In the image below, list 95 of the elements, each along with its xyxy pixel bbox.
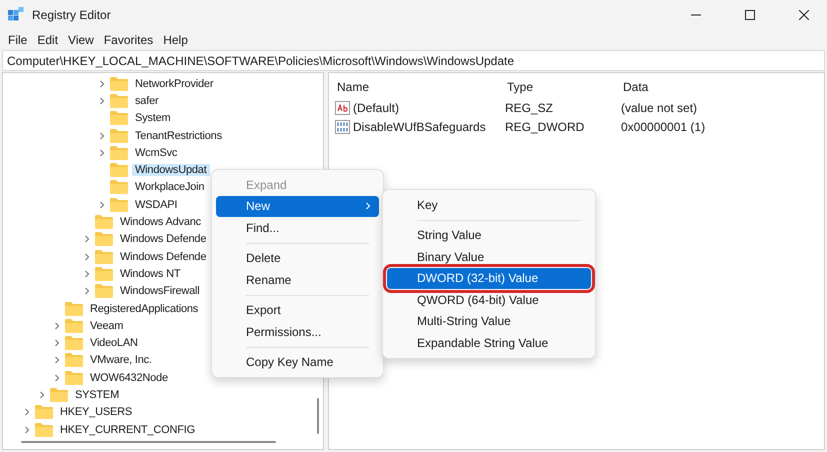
expand-chevron-icon[interactable]	[83, 270, 91, 278]
menu-bar-item[interactable]: Help	[159, 33, 192, 47]
menu-item[interactable]: Delete	[216, 248, 379, 269]
tree-item[interactable]: Windows NT	[117, 268, 184, 280]
folder-icon	[95, 232, 113, 246]
menu-item[interactable]: Copy Key Name	[216, 352, 379, 373]
submenu-item[interactable]: Key	[387, 194, 591, 216]
value-type: REG_SZ	[505, 100, 554, 116]
column-header[interactable]: Type	[505, 77, 621, 97]
binary-value-icon	[335, 120, 350, 134]
submenu-item[interactable]: String Value	[387, 224, 591, 246]
menu-item[interactable]: Rename	[216, 269, 379, 290]
submenu-item[interactable]: Binary Value	[387, 246, 591, 268]
expand-chevron-icon[interactable]	[83, 252, 91, 261]
folder-icon	[95, 215, 113, 230]
scrollbar-thumb[interactable]	[317, 398, 319, 434]
tree-item[interactable]: NetworkProvider	[132, 78, 216, 90]
submenu-item[interactable]: DWORD (32-bit) Value	[387, 268, 591, 289]
menu-item[interactable]: Find...	[216, 217, 379, 238]
menu-bar-item[interactable]: File	[4, 33, 32, 47]
folder-icon	[35, 405, 53, 420]
column-header[interactable]: Name	[335, 77, 505, 97]
menu-bar-item[interactable]: Favorites	[100, 33, 158, 47]
submenu-item[interactable]: Expandable String Value	[387, 332, 591, 354]
expand-chevron-icon[interactable]	[53, 339, 61, 348]
tree-item[interactable]: WorkplaceJoin	[132, 181, 208, 194]
submenu-item[interactable]: Multi-String Value	[387, 310, 591, 332]
tree-item[interactable]: WSDAPI	[132, 198, 180, 211]
tree-item[interactable]: VideoLAN	[87, 337, 141, 350]
value-type: REG_DWORD	[505, 118, 586, 135]
folder-icon	[65, 370, 83, 385]
tree-item[interactable]: Windows Defende	[117, 250, 210, 263]
expand-chevron-icon[interactable]	[98, 80, 106, 88]
folder-icon	[95, 266, 113, 281]
tree-item[interactable]: Windows Advanc	[117, 216, 204, 228]
tree-item[interactable]: HKEY_CURRENT_CONFIG	[57, 424, 198, 436]
expand-chevron-icon[interactable]	[23, 408, 31, 416]
tree-item[interactable]: WOW6432Node	[87, 372, 171, 384]
maximize-icon	[745, 10, 755, 20]
folder-icon	[110, 128, 128, 143]
folder-icon	[110, 163, 128, 178]
value-name: (Default)	[353, 100, 400, 114]
folder-icon	[65, 318, 83, 333]
expand-chevron-icon[interactable]	[83, 235, 91, 244]
folder-icon	[110, 146, 128, 160]
value-data: (value not set)	[621, 100, 698, 116]
folder-icon	[65, 302, 83, 316]
tree-item[interactable]: RegisteredApplications	[87, 302, 202, 314]
folder-icon	[35, 422, 53, 437]
expand-chevron-icon[interactable]	[53, 322, 61, 330]
tree-item[interactable]: Veeam	[87, 320, 126, 332]
value-data: 0x00000001 (1)	[621, 118, 706, 135]
menu-item[interactable]: Permissions...	[216, 321, 379, 342]
column-header[interactable]: Data	[621, 77, 818, 97]
tree-item[interactable]: Windows Defende	[117, 233, 210, 246]
menu-bar-item[interactable]: Edit	[33, 33, 62, 47]
menu-item[interactable]: Export	[216, 300, 379, 321]
expand-chevron-icon[interactable]	[98, 148, 106, 157]
address-field[interactable]: Computer\HKEY_LOCAL_MACHINE\SOFTWARE\Policies\Microsoft\Windows\WindowsUpdate	[2, 50, 825, 71]
tree-item[interactable]: WcmSvc	[132, 146, 180, 159]
expand-chevron-icon[interactable]	[23, 426, 31, 434]
value-name: DisableWUfBSafeguards	[353, 120, 486, 134]
tree-item[interactable]: safer	[132, 94, 162, 107]
close-icon	[799, 10, 809, 20]
string-value-icon	[335, 100, 350, 114]
tree-item[interactable]: SYSTEM	[72, 388, 122, 401]
expand-chevron-icon[interactable]	[98, 200, 106, 209]
registry-app-icon	[8, 7, 24, 23]
folder-icon	[65, 336, 83, 350]
expand-chevron-icon[interactable]	[53, 356, 61, 364]
tree-item[interactable]: WindowsUpdat	[132, 164, 210, 176]
folder-icon	[110, 111, 128, 126]
folder-icon	[110, 198, 128, 212]
expand-chevron-icon[interactable]	[83, 287, 91, 296]
folder-icon	[110, 180, 128, 194]
folder-icon	[65, 353, 83, 368]
expand-chevron-icon[interactable]	[38, 390, 46, 399]
submenu-item[interactable]: QWORD (64-bit) Value	[387, 289, 591, 310]
tree-item[interactable]: WindowsFirewall	[117, 285, 203, 298]
expand-chevron-icon[interactable]	[98, 96, 106, 105]
expand-chevron-icon[interactable]	[53, 374, 61, 382]
folder-icon	[50, 388, 68, 402]
menu-item[interactable]: New	[216, 196, 379, 217]
menu-bar-item[interactable]: View	[64, 33, 98, 47]
tree-item[interactable]: TenantRestrictions	[132, 130, 225, 142]
expand-chevron-icon[interactable]	[98, 132, 106, 140]
scrollbar-thumb[interactable]	[21, 441, 276, 443]
folder-icon	[110, 76, 128, 91]
window-title: Registry Editor	[32, 8, 112, 22]
tree-item[interactable]: System	[132, 112, 174, 124]
folder-icon	[110, 94, 128, 108]
folder-icon	[95, 250, 113, 264]
tree-item[interactable]: VMware, Inc.	[87, 354, 155, 366]
tree-item[interactable]: HKEY_USERS	[57, 406, 135, 418]
folder-icon	[95, 284, 113, 298]
